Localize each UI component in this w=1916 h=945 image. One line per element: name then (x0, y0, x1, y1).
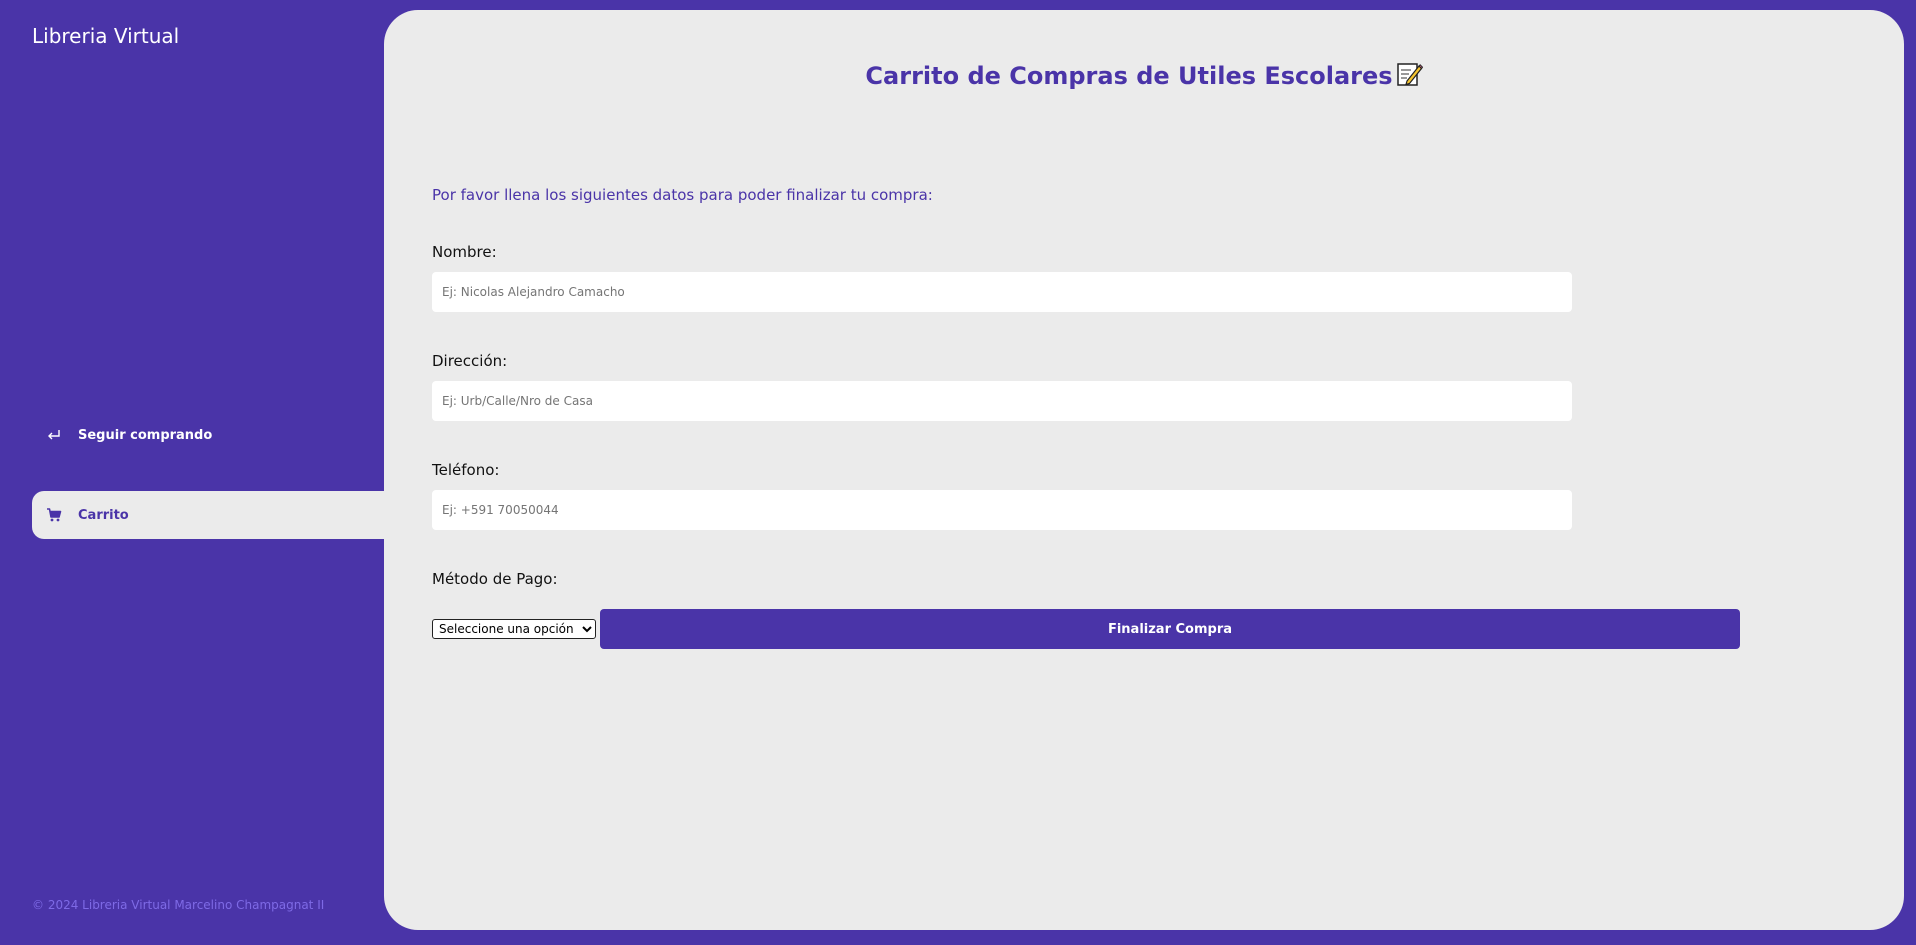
form-intro-text: Por favor llena los siguientes datos par… (432, 186, 933, 204)
cart-icon (46, 507, 62, 523)
page-title: Carrito de Compras de Utiles Escolares (865, 62, 1393, 90)
finalize-purchase-button[interactable]: Finalizar Compra (600, 609, 1740, 649)
address-input[interactable] (432, 381, 1572, 421)
payment-method-label: Método de Pago: (432, 570, 558, 588)
phone-label: Teléfono: (432, 461, 500, 479)
memo-icon (1395, 60, 1423, 94)
phone-input[interactable] (432, 490, 1572, 530)
footer-copyright: © 2024 Libreria Virtual Marcelino Champa… (32, 898, 325, 912)
sidebar-item-seguir-comprando[interactable]: Seguir comprando (32, 411, 384, 459)
payment-method-select[interactable]: Seleccione una opción (432, 619, 596, 639)
sidebar-item-label: Seguir comprando (78, 427, 213, 443)
address-label: Dirección: (432, 352, 508, 370)
name-label: Nombre: (432, 243, 497, 261)
sidebar: Libreria Virtual Seguir comprando Carrit… (0, 0, 384, 945)
sidebar-item-label: Carrito (78, 507, 129, 523)
name-input[interactable] (432, 272, 1572, 312)
app-brand: Libreria Virtual (32, 24, 180, 48)
sidebar-item-carrito[interactable]: Carrito (32, 491, 384, 539)
main-content: Carrito de Compras de Utiles Escolares P… (384, 10, 1904, 930)
return-arrow-icon (46, 427, 62, 443)
page-title-wrapper: Carrito de Compras de Utiles Escolares (384, 60, 1904, 94)
